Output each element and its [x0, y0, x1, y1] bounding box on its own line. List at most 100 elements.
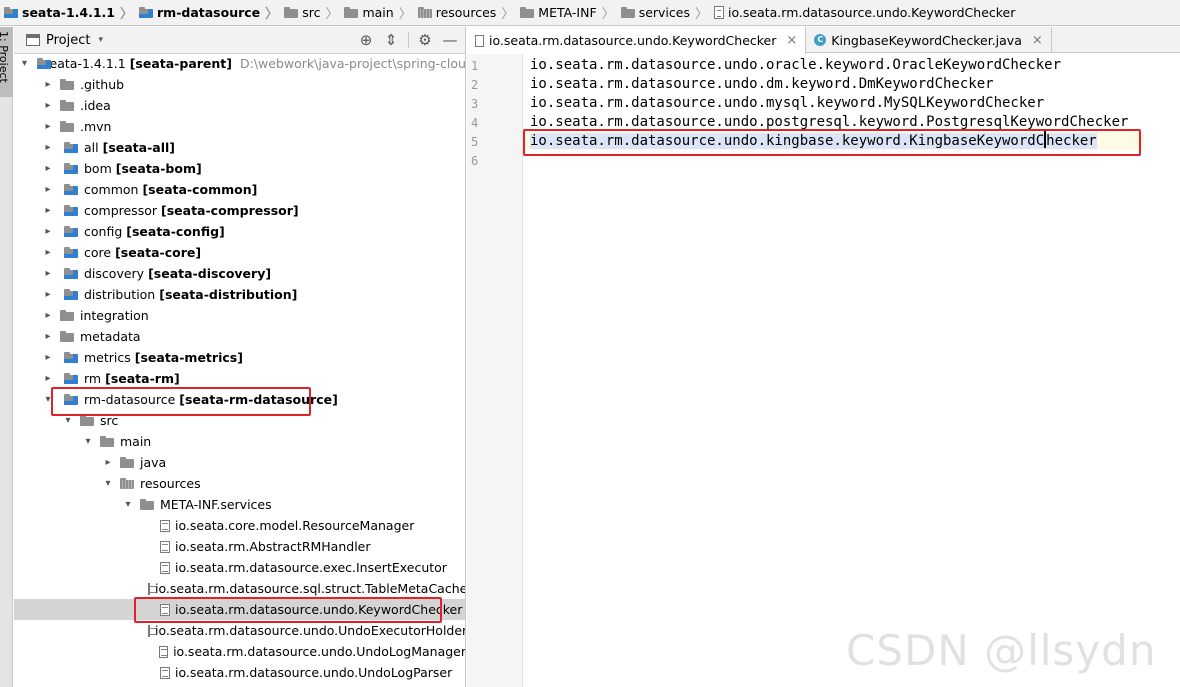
chevron-right-icon[interactable]: ▸ [102, 457, 114, 468]
chevron-down-icon[interactable]: ▾ [22, 58, 27, 69]
tree-item[interactable]: ▸ bom [seata-bom] [14, 158, 465, 179]
code-line[interactable]: io.seata.rm.datasource.undo.oracle.keywo… [530, 57, 1061, 73]
line-number: 5 [471, 135, 479, 149]
module-name: [seata-bom] [115, 161, 202, 176]
breadcrumb-item[interactable]: src 〉 [284, 0, 344, 25]
chevron-right-icon[interactable]: ▸ [42, 310, 54, 321]
breadcrumb-item[interactable]: services 〉 [620, 0, 714, 25]
tree-item[interactable]: ▸ integration [14, 305, 465, 326]
selected-text[interactable]: io.seata.rm.datasource.undo.kingbase.key… [530, 131, 1097, 149]
tree-item[interactable]: ▸ common [seata-common] [14, 179, 465, 200]
chevron-right-icon[interactable]: ▸ [42, 79, 54, 90]
project-icon [26, 34, 40, 46]
tree-item-label: metadata [80, 329, 141, 344]
module-folder-icon [64, 373, 78, 384]
module-name: [seata-rm] [105, 371, 180, 386]
tree-item[interactable]: ▸ .idea [14, 95, 465, 116]
chevron-down-icon[interactable]: ▾ [42, 394, 54, 405]
chevron-right-icon[interactable]: ▸ [42, 142, 54, 153]
tree-item[interactable]: io.seata.rm.datasource.undo.UndoLogManag… [14, 641, 465, 662]
chevron-right-icon[interactable]: ▸ [42, 226, 54, 237]
gear-icon[interactable]: ⚙ [415, 31, 435, 49]
chevron-right-icon[interactable]: ▸ [42, 331, 54, 342]
hide-panel-icon[interactable]: — [440, 31, 460, 49]
code-line[interactable]: io.seata.rm.datasource.undo.postgresql.k… [530, 114, 1128, 130]
breadcrumb-item[interactable]: rm-datasource 〉 [139, 0, 284, 25]
breadcrumb-label: io.seata.rm.datasource.undo.KeywordCheck… [728, 5, 1016, 20]
code-line[interactable]: io.seata.rm.datasource.undo.kingbase.key… [530, 131, 1097, 149]
tree-item[interactable]: ▸ config [seata-config] [14, 221, 465, 242]
chevron-right-icon[interactable]: ▸ [42, 268, 54, 279]
tree-item[interactable]: ▾ seata-1.4.1.1 [seata-parent] D:\webwork\j… [14, 53, 465, 74]
tree-item[interactable]: ▾ src [14, 410, 465, 431]
tree-item[interactable]: ▾ main [14, 431, 465, 452]
chevron-down-icon[interactable]: ▾ [122, 499, 134, 510]
chevron-right-icon[interactable]: ▸ [42, 205, 54, 216]
editor-tab[interactable]: C KingbaseKeywordChecker.java × [806, 27, 1052, 53]
tree-item[interactable]: ▸ java [14, 452, 465, 473]
project-tool-tab-label: 1: Project [0, 31, 10, 83]
breadcrumb-item[interactable]: resources 〉 [417, 0, 521, 25]
project-tool-tab[interactable]: 1: Project [0, 27, 13, 97]
breadcrumb-item[interactable]: io.seata.rm.datasource.undo.KeywordCheck… [714, 0, 1016, 25]
tree-item[interactable]: ▸ .mvn [14, 116, 465, 137]
tree-item[interactable]: io.seata.rm.AbstractRMHandler [14, 536, 465, 557]
breadcrumb-item[interactable]: seata-1.4.1.1 〉 [4, 0, 139, 25]
file-icon [160, 561, 170, 574]
source-folder-icon [120, 457, 134, 468]
tree-item[interactable]: io.seata.rm.datasource.sql.struct.TableM… [14, 578, 465, 599]
chevron-right-icon[interactable]: ▸ [42, 121, 54, 132]
module-folder-icon [64, 289, 78, 300]
close-icon[interactable]: × [786, 33, 797, 48]
tree-item[interactable]: io.seata.rm.datasource.undo.KeywordCheck… [14, 599, 465, 620]
chevron-right-icon[interactable]: ▸ [42, 373, 54, 384]
module-folder-icon [64, 247, 78, 258]
chevron-down-icon[interactable]: ▾ [98, 35, 103, 45]
editor-tab[interactable]: io.seata.rm.datasource.undo.KeywordCheck… [467, 27, 807, 54]
file-icon [148, 582, 156, 595]
project-panel-title[interactable]: Project [46, 33, 90, 48]
tree-item[interactable]: ▸ all [seata-all] [14, 137, 465, 158]
tree-item[interactable]: ▸ core [seata-core] [14, 242, 465, 263]
chevron-right-icon[interactable]: ▸ [42, 163, 54, 174]
tree-item[interactable]: ▸ distribution [seata-distribution] [14, 284, 465, 305]
module-name: [seata-common] [142, 182, 258, 197]
breadcrumb-item[interactable]: main 〉 [344, 0, 417, 25]
module-folder-icon [64, 142, 78, 153]
tree-item[interactable]: io.seata.core.model.ResourceManager [14, 515, 465, 536]
line-number: 2 [471, 78, 479, 92]
module-folder-icon [64, 352, 78, 363]
chevron-down-icon[interactable]: ▾ [82, 436, 94, 447]
chevron-down-icon[interactable]: ▾ [62, 415, 74, 426]
collapse-all-icon[interactable]: ⇕ [381, 31, 401, 49]
tree-item[interactable]: ▸ metrics [seata-metrics] [14, 347, 465, 368]
tree-item[interactable]: ▸ discovery [seata-discovery] [14, 263, 465, 284]
tree-item[interactable]: ▾ rm-datasource [seata-rm-datasource] [14, 389, 465, 410]
tree-item-label: seata-1.4.1.1 [43, 56, 126, 71]
tree-item[interactable]: ▸ .github [14, 74, 465, 95]
editor-tab-label: KingbaseKeywordChecker.java [831, 32, 1022, 48]
chevron-down-icon[interactable]: ▾ [102, 478, 114, 489]
code-line[interactable]: io.seata.rm.datasource.undo.dm.keyword.D… [530, 76, 994, 92]
chevron-right-icon[interactable]: ▸ [42, 289, 54, 300]
chevron-right-icon[interactable]: ▸ [42, 184, 54, 195]
close-icon[interactable]: × [1032, 33, 1043, 48]
tree-item[interactable]: io.seata.rm.datasource.exec.InsertExecut… [14, 557, 465, 578]
tree-item[interactable]: ▸ compressor [seata-compressor] [14, 200, 465, 221]
chevron-right-icon[interactable]: ▸ [42, 352, 54, 363]
tree-item-label: main [120, 434, 152, 449]
breadcrumb-item[interactable]: META-INF 〉 [520, 0, 620, 25]
breadcrumb-label: META-INF [538, 5, 597, 20]
chevron-right-icon[interactable]: ▸ [42, 247, 54, 258]
tree-item[interactable]: io.seata.rm.datasource.undo.UndoExecutor… [14, 620, 465, 641]
tree-item[interactable]: ▾ META-INF.services [14, 494, 465, 515]
tree-item[interactable]: ▸ metadata [14, 326, 465, 347]
tree-item-label: config [84, 224, 123, 239]
tree-item[interactable]: ▸ rm [seata-rm] [14, 368, 465, 389]
locate-icon[interactable]: ⊕ [356, 31, 376, 49]
tree-item[interactable]: io.seata.rm.datasource.undo.UndoLogParse… [14, 662, 465, 683]
code-line[interactable]: io.seata.rm.datasource.undo.mysql.keywor… [530, 95, 1044, 111]
chevron-right-icon[interactable]: ▸ [42, 100, 54, 111]
tree-item[interactable]: ▾ resources [14, 473, 465, 494]
folder-icon [80, 415, 94, 426]
